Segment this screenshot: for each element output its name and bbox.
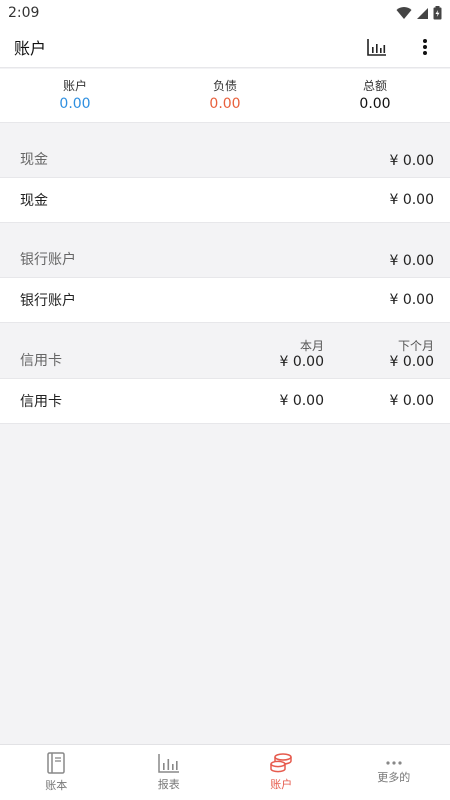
account-row-credit[interactable]: 信用卡 ¥ 0.00 ¥ 0.00 bbox=[0, 379, 450, 424]
nav-item-ledger[interactable]: 账本 bbox=[0, 745, 113, 800]
account-balance: ¥ 0.00 bbox=[389, 292, 434, 308]
nav-item-reports[interactable]: 报表 bbox=[113, 745, 226, 800]
section-total-this-month: ¥ 0.00 bbox=[279, 354, 324, 370]
app-bar: 账户 bbox=[0, 26, 450, 68]
bar-chart-icon bbox=[367, 38, 386, 56]
status-icons bbox=[396, 6, 442, 20]
coins-icon bbox=[270, 753, 292, 773]
section-total: ¥ 0.00 bbox=[389, 253, 434, 269]
status-time: 2:09 bbox=[8, 5, 40, 21]
summary-label: 总额 bbox=[362, 79, 387, 93]
account-row-cash[interactable]: 现金 ¥ 0.00 bbox=[0, 178, 450, 223]
nav-label: 报表 bbox=[157, 778, 180, 791]
summary-value: 0.00 bbox=[359, 96, 391, 112]
account-name: 现金 bbox=[20, 193, 48, 209]
signal-icon bbox=[417, 7, 428, 19]
report-chart-button[interactable] bbox=[366, 36, 388, 58]
nav-label: 更多的 bbox=[377, 771, 411, 784]
book-icon bbox=[47, 752, 65, 774]
summary-total: 总额 0.00 bbox=[300, 69, 450, 122]
battery-icon bbox=[433, 6, 442, 20]
status-bar: 2:09 bbox=[0, 0, 450, 26]
section-title: 信用卡 bbox=[20, 353, 62, 369]
summary-assets: 账户 0.00 bbox=[0, 69, 150, 122]
account-row-bank[interactable]: 银行账户 ¥ 0.00 bbox=[0, 278, 450, 323]
account-balance-next-month: ¥ 0.00 bbox=[389, 393, 434, 409]
section-header-bank[interactable]: 银行账户 ¥ 0.00 bbox=[0, 224, 450, 278]
nav-item-accounts[interactable]: 账户 bbox=[225, 745, 338, 800]
page-title: 账户 bbox=[14, 38, 47, 58]
summary-value: 0.00 bbox=[59, 96, 91, 112]
column-header-this-month: 本月 bbox=[299, 339, 324, 353]
nav-item-more[interactable]: 更多的 bbox=[338, 745, 450, 800]
account-name: 银行账户 bbox=[20, 293, 76, 309]
nav-label: 账本 bbox=[45, 779, 68, 792]
more-vertical-icon bbox=[423, 38, 427, 55]
section-total: ¥ 0.00 bbox=[389, 153, 434, 169]
section-title: 现金 bbox=[20, 152, 48, 168]
nav-label: 账户 bbox=[270, 778, 293, 791]
summary-liabilities: 负债 0.00 bbox=[150, 69, 300, 122]
column-header-next-month: 下个月 bbox=[397, 339, 434, 353]
wifi-icon bbox=[396, 7, 412, 20]
account-name: 信用卡 bbox=[20, 394, 62, 410]
section-total-next-month: ¥ 0.00 bbox=[389, 354, 434, 370]
summary-bar: 账户 0.00 负债 0.00 总额 0.00 bbox=[0, 69, 450, 123]
summary-label: 负债 bbox=[212, 79, 237, 93]
account-balance: ¥ 0.00 bbox=[389, 192, 434, 208]
section-header-credit[interactable]: 信用卡 本月 ¥ 0.00 下个月 ¥ 0.00 bbox=[0, 324, 450, 379]
account-balance-this-month: ¥ 0.00 bbox=[279, 393, 324, 409]
more-horizontal-icon bbox=[386, 761, 402, 765]
summary-value: 0.00 bbox=[209, 96, 241, 112]
section-header-cash[interactable]: 现金 ¥ 0.00 bbox=[0, 123, 450, 178]
bar-chart-icon bbox=[158, 754, 179, 773]
overflow-menu-button[interactable] bbox=[414, 36, 436, 58]
bottom-nav: 账本 报表 账户 更多的 bbox=[0, 744, 450, 800]
section-title: 银行账户 bbox=[20, 252, 76, 268]
summary-label: 账户 bbox=[62, 79, 87, 93]
